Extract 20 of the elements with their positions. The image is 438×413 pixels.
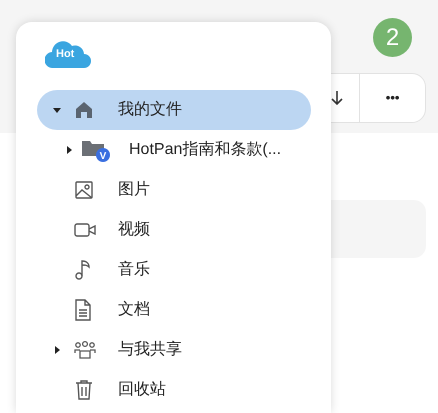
document-icon — [74, 299, 92, 321]
nav-item[interactable]: 音乐 — [37, 250, 311, 290]
video-camera-icon — [74, 221, 96, 239]
music-note-icon — [74, 259, 92, 281]
image-icon — [74, 180, 94, 200]
nav-item[interactable]: 视频 — [37, 210, 311, 250]
nav-item[interactable]: 我的文件 — [37, 90, 311, 130]
nav-item[interactable]: 图片 — [37, 170, 311, 210]
nav-item[interactable]: 与我共享 — [37, 330, 311, 370]
caret-icon[interactable] — [53, 346, 61, 354]
down-arrow-icon — [331, 90, 344, 106]
nav-item[interactable]: 回收站 — [37, 370, 311, 410]
nav-item[interactable]: 文档 — [37, 290, 311, 330]
more-button[interactable]: ••• — [360, 74, 425, 122]
people-icon — [74, 340, 96, 360]
home-icon — [74, 100, 94, 120]
caret-icon[interactable] — [53, 106, 61, 114]
caret-icon[interactable] — [65, 146, 73, 154]
nav-item[interactable]: V HotPan指南和条款(... — [57, 130, 331, 170]
trash-icon — [74, 379, 94, 401]
